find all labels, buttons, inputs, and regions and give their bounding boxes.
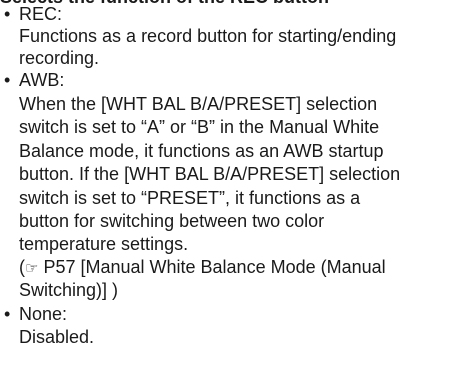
- description-awb-line-7: temperature settings.: [19, 234, 189, 254]
- page-reference-icon: ☞: [25, 260, 39, 277]
- bullet-rec: •: [4, 4, 11, 24]
- description-awb-line-5: switch is set to “PRESET”, it functions …: [19, 188, 361, 208]
- term-awb: AWB:: [19, 70, 65, 90]
- description-awb-line-1: When the [WHT BAL B/A/PRESET] selection: [19, 94, 378, 114]
- description-rec-line-1: Functions as a record button for startin…: [19, 26, 397, 46]
- page-reference[interactable]: (☞ P57 [Manual White Balance Mode (Manua…: [19, 256, 386, 280]
- reference-text-line-2: Switching)] ): [19, 280, 119, 300]
- description-none-line-1: Disabled.: [19, 327, 95, 347]
- description-awb-line-4: button. If the [WHT BAL B/A/PRESET] sele…: [19, 164, 401, 184]
- description-awb-line-3: Balance mode, it functions as an AWB sta…: [19, 141, 384, 161]
- term-none: None:: [19, 304, 68, 324]
- term-rec: REC:: [19, 4, 63, 24]
- description-rec-line-2: recording.: [19, 48, 100, 68]
- description-awb-line-6: button for switching between two color: [19, 211, 325, 231]
- manual-page: Selects the function of the REC button •…: [0, 0, 468, 366]
- bullet-none: •: [4, 304, 11, 324]
- reference-text-line-1: P57 [Manual White Balance Mode (Manual: [38, 257, 386, 277]
- bullet-awb: •: [4, 70, 11, 90]
- description-awb-line-2: switch is set to “A” or “B” in the Manua…: [19, 117, 380, 137]
